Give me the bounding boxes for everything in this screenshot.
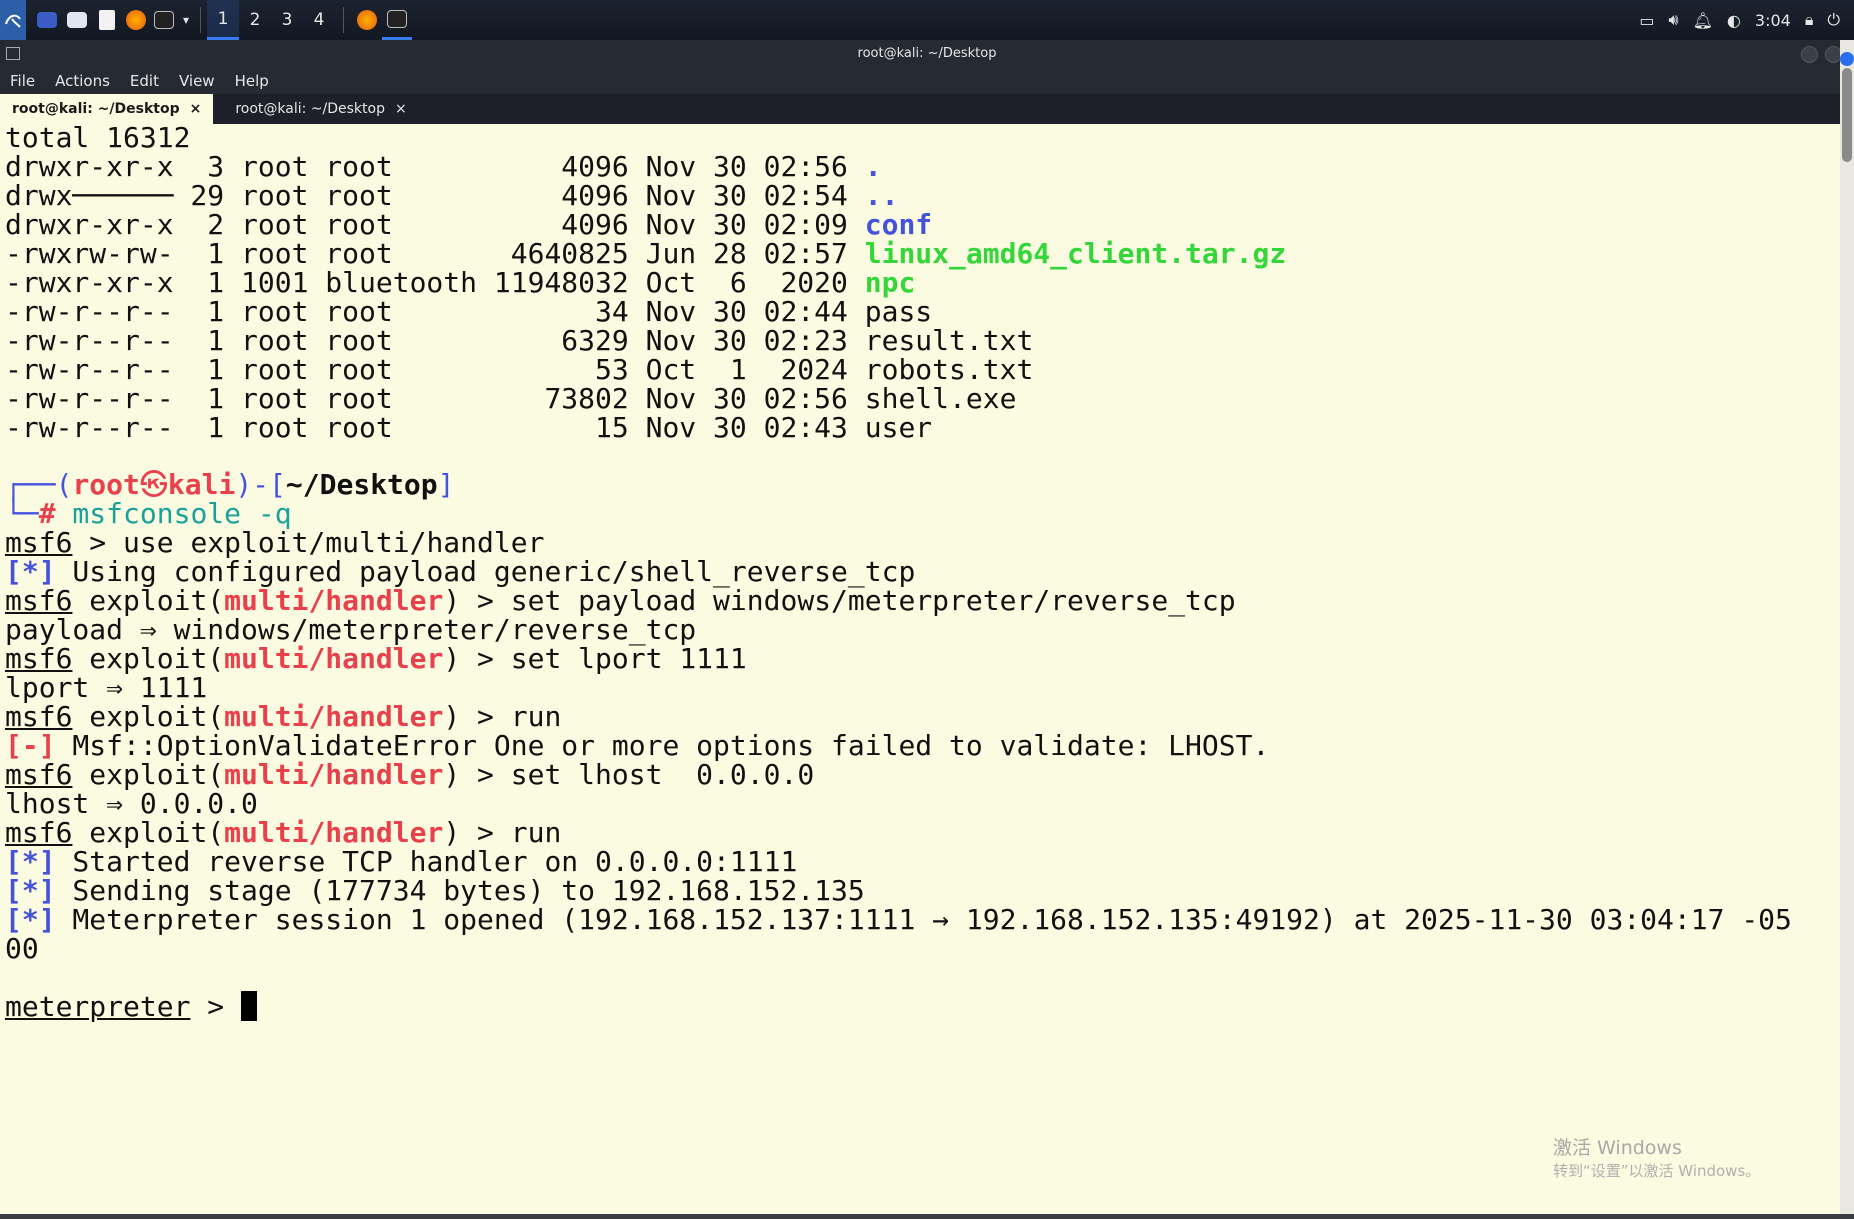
workspace-2[interactable]: 2 bbox=[239, 0, 271, 40]
workspace-1[interactable]: 1 bbox=[207, 0, 239, 40]
menu-bar: File Actions Edit View Help bbox=[0, 68, 1854, 94]
tab-terminal-2[interactable]: root@kali: ~/Desktop × bbox=[223, 94, 418, 124]
ls-entry: -rw-r--r-- 1 root root 15 Nov 30 02:43 u… bbox=[5, 411, 933, 444]
menu-edit[interactable]: Edit bbox=[120, 72, 169, 90]
top-panel: ▾ 1 2 3 4 ▭ 🔊︎ 🔔︎ ◐ 3:04 🔒︎ ⏻ bbox=[0, 0, 1854, 40]
window-title: root@kali: ~/Desktop bbox=[857, 46, 997, 61]
menu-file[interactable]: File bbox=[0, 72, 45, 90]
lock-icon[interactable]: 🔒︎ bbox=[1805, 10, 1814, 30]
taskbar-terminal-icon[interactable] bbox=[382, 0, 412, 40]
show-desktop-icon[interactable] bbox=[32, 0, 62, 40]
msf-output-line: 00 bbox=[5, 932, 39, 965]
close-icon[interactable]: × bbox=[395, 101, 407, 117]
power-icon[interactable]: ⏻ bbox=[1827, 10, 1840, 30]
close-icon[interactable]: × bbox=[190, 101, 202, 117]
tab-label: root@kali: ~/Desktop bbox=[235, 101, 385, 117]
chevron-down-icon[interactable]: ▾ bbox=[178, 0, 194, 40]
taskbar-firefox-icon[interactable] bbox=[352, 0, 382, 40]
menu-actions[interactable]: Actions bbox=[45, 72, 120, 90]
terminal-output[interactable]: total 16312 drwxr-xr-x 3 root root 4096 … bbox=[0, 124, 1840, 1216]
terminal-scrollbar[interactable] bbox=[1840, 40, 1854, 1219]
display-icon[interactable]: ▭ bbox=[1639, 11, 1654, 30]
file-manager-icon[interactable] bbox=[62, 0, 92, 40]
menu-view[interactable]: View bbox=[169, 72, 225, 90]
msf-info-line: [*] Meterpreter session 1 opened (192.16… bbox=[5, 903, 1792, 936]
window-bottom-border bbox=[0, 1214, 1854, 1219]
windows-activation-watermark: 激活 Windows bbox=[1553, 1137, 1682, 1159]
text-editor-icon[interactable] bbox=[92, 0, 122, 40]
windows-activation-hint: 转到“设置”以激活 Windows。 bbox=[1553, 1162, 1761, 1180]
menu-help[interactable]: Help bbox=[225, 72, 279, 90]
workspace-3[interactable]: 3 bbox=[271, 0, 303, 40]
meterpreter-prompt[interactable]: meterpreter > bbox=[5, 990, 258, 1024]
minimize-button[interactable] bbox=[1801, 46, 1818, 63]
volume-icon[interactable]: 🔊︎ bbox=[1669, 10, 1679, 30]
firefox-icon[interactable] bbox=[122, 0, 150, 40]
text-cursor bbox=[241, 991, 258, 1021]
close-window-icon[interactable] bbox=[1840, 52, 1854, 66]
scrollbar-thumb[interactable] bbox=[1842, 68, 1852, 162]
tab-terminal-1[interactable]: root@kali: ~/Desktop × bbox=[0, 94, 214, 124]
tab-bar: root@kali: ~/Desktop × root@kali: ~/Desk… bbox=[0, 94, 1854, 124]
tab-label: root@kali: ~/Desktop bbox=[12, 101, 180, 117]
system-tray: ▭ 🔊︎ 🔔︎ ◐ 3:04 🔒︎ ⏻ bbox=[1639, 0, 1854, 40]
terminal-launcher-icon[interactable] bbox=[150, 0, 178, 40]
window-titlebar[interactable]: root@kali: ~/Desktop bbox=[0, 40, 1854, 68]
power-status-icon[interactable]: ◐ bbox=[1727, 11, 1741, 30]
notification-bell-icon[interactable]: 🔔︎ bbox=[1693, 11, 1713, 30]
clock[interactable]: 3:04 bbox=[1755, 11, 1791, 30]
kali-menu-icon[interactable] bbox=[0, 0, 26, 40]
workspace-4[interactable]: 4 bbox=[303, 0, 335, 40]
